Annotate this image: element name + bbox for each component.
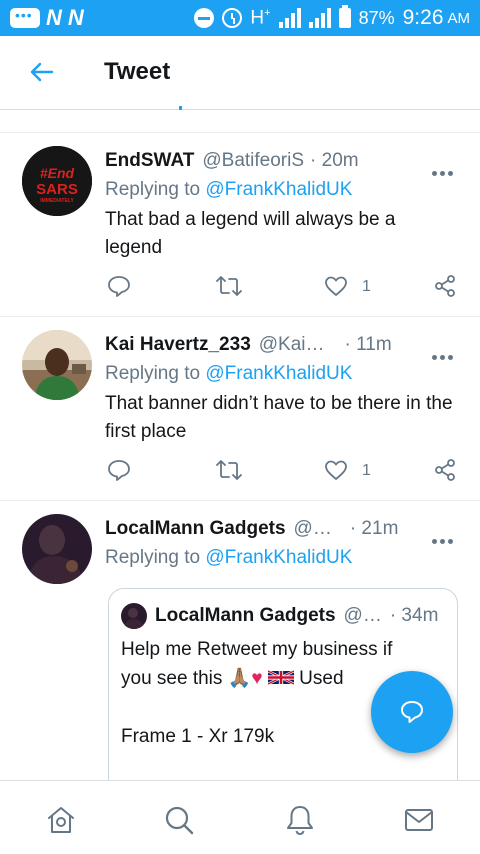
clock-ampm: AM (447, 9, 471, 27)
author-name[interactable]: LocalMann Gadgets (105, 518, 286, 540)
more-icon[interactable] (432, 340, 458, 360)
tweet-header: LocalMann Gadgets @… · 21m (105, 518, 398, 540)
tweet-actions: 1 (0, 458, 480, 488)
tweet-header: Kai Havertz_233 @Kai… · 11m (105, 334, 392, 356)
tweet-time: · 20m (310, 150, 359, 171)
mention-link[interactable]: @FrankKhalidUK (205, 547, 352, 568)
avatar (121, 603, 147, 629)
tweet-time: · 11m (344, 334, 392, 355)
carrier-icon: N (67, 5, 84, 30)
quoted-line: Help me Retweet my business if (121, 639, 393, 660)
praying-hands-emoji: 🙏🏽 (227, 668, 252, 689)
quoted-tweet-time: · 34m (389, 605, 439, 626)
tweet-header: EndSWAT @BatifeoriS · 20m (105, 150, 359, 172)
signal-icon (308, 8, 331, 28)
alarm-icon (222, 8, 243, 28)
author-handle[interactable]: @Kai… (259, 334, 325, 356)
quoted-tweet-header: LocalMann Gadgets @… · 34m (121, 603, 438, 629)
battery-percent: 87% (358, 7, 395, 28)
replying-to: Replying to @FrankKhalidUK (105, 547, 353, 568)
clock-time: 9:26 (402, 6, 444, 29)
uk-flag-icon (267, 669, 294, 686)
reply-icon[interactable] (107, 274, 131, 303)
heart-icon[interactable] (324, 458, 348, 487)
page-title: Tweet (104, 58, 171, 85)
arrow-left-icon[interactable] (30, 62, 54, 82)
red-heart-emoji: ♥ (251, 668, 263, 689)
scroll-fragment (179, 106, 182, 110)
svg-text:IMMEDIATELY: IMMEDIATELY (40, 198, 74, 204)
avatar[interactable] (22, 514, 92, 584)
svg-text:#End: #End (40, 165, 75, 181)
do-not-disturb-icon (194, 8, 215, 28)
quoted-author-handle: @… (343, 605, 382, 626)
author-name[interactable]: Kai Havertz_233 (105, 334, 251, 356)
tweet-text: That bad a legend will always be a legen… (105, 209, 396, 258)
signal-icon (278, 8, 301, 28)
author-handle[interactable]: @… (294, 518, 332, 540)
retweet-icon[interactable] (216, 274, 242, 303)
carrier-icon: N (46, 5, 62, 30)
battery-icon (338, 5, 351, 28)
compose-icon (401, 701, 423, 723)
app-header: Tweet (0, 36, 480, 110)
tweet[interactable]: Kai Havertz_233 @Kai… · 11m Replying to … (0, 316, 480, 500)
compose-button[interactable] (371, 671, 453, 753)
bell-icon[interactable] (283, 803, 317, 837)
heart-icon[interactable] (324, 274, 348, 303)
chat-notification-icon (10, 7, 40, 28)
mail-icon[interactable] (402, 803, 436, 837)
more-icon[interactable] (432, 524, 458, 544)
like-count: 1 (362, 462, 371, 479)
svg-text:SARS: SARS (36, 181, 78, 198)
replying-to: Replying to @FrankKhalidUK (105, 179, 353, 200)
avatar[interactable] (22, 330, 92, 400)
replying-to: Replying to @FrankKhalidUK (105, 363, 353, 384)
share-icon[interactable] (433, 458, 457, 487)
home-icon[interactable] (44, 803, 78, 837)
status-bar: N N H+ 87% 9:26 AM (0, 0, 480, 36)
reply-icon[interactable] (107, 458, 131, 487)
search-icon[interactable] (162, 803, 196, 837)
quoted-author-name: LocalMann Gadgets (155, 605, 336, 626)
share-icon[interactable] (433, 274, 457, 303)
tweet-actions: 1 (0, 274, 480, 304)
network-type: H+ (250, 6, 271, 29)
more-icon[interactable] (432, 156, 458, 176)
mention-link[interactable]: @FrankKhalidUK (205, 179, 352, 200)
bottom-nav (0, 780, 480, 854)
author-handle[interactable]: @BatifeoriS (202, 150, 304, 172)
mention-link[interactable]: @FrankKhalidUK (205, 363, 352, 384)
author-name[interactable]: EndSWAT (105, 150, 194, 172)
retweet-icon[interactable] (216, 458, 242, 487)
tweet[interactable]: #End SARS IMMEDIATELY EndSWAT @Batifeori… (0, 132, 480, 316)
tweet-time: · 21m (349, 518, 399, 539)
like-count: 1 (362, 278, 371, 295)
tweet-text: That banner didn’t have to be there in t… (105, 393, 453, 442)
avatar[interactable]: #End SARS IMMEDIATELY (22, 146, 92, 216)
